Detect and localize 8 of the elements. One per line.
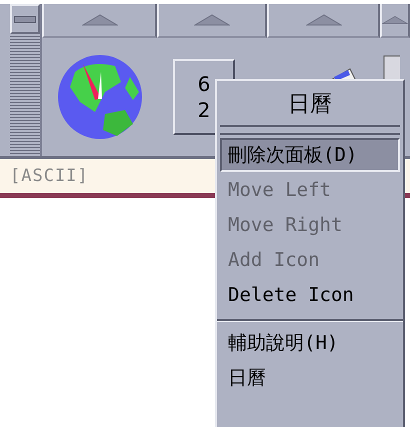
menu-item[interactable]: 日曆 <box>220 361 400 395</box>
calendar-month: 6 <box>198 71 210 97</box>
status-text: [ASCII] <box>10 166 89 186</box>
menu-item[interactable]: 輔助說明(H) <box>220 326 400 360</box>
calendar-day: 2 <box>198 97 210 123</box>
menu-item[interactable]: 刪除次面板(D) <box>220 138 400 172</box>
menu-title: 日曆 <box>287 91 333 119</box>
menu-item[interactable]: Delete Icon <box>220 278 400 312</box>
